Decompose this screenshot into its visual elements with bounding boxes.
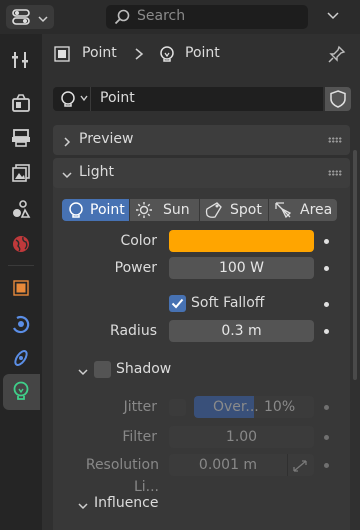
search-placeholder: Search — [137, 8, 186, 24]
chevron-down-icon — [78, 365, 88, 381]
shadow-subpanel-header[interactable]: Shadow — [62, 356, 350, 384]
jitter-slider-text: Over... — [213, 399, 259, 415]
light-type-label: Point — [90, 202, 125, 218]
influence-subpanel-header[interactable]: Influence — [62, 490, 350, 518]
pick-length-icon[interactable] — [292, 458, 308, 480]
view-layer-tab-icon[interactable] — [9, 161, 33, 185]
breadcrumb-separator-icon — [134, 48, 144, 64]
scene-tab-icon[interactable] — [9, 197, 33, 221]
properties-editor-icon — [12, 9, 30, 29]
datablock-selector[interactable]: Point — [53, 87, 323, 111]
soft-falloff-label[interactable]: Soft Falloff — [191, 295, 264, 311]
soft-falloff-checkbox[interactable] — [169, 295, 186, 312]
datablock-divider — [90, 87, 91, 111]
light-data-tab-icon[interactable] — [9, 380, 33, 404]
breadcrumb-data: Point — [185, 45, 220, 61]
world-tab-icon[interactable] — [9, 232, 33, 256]
light-type-point[interactable]: Point — [62, 199, 129, 221]
light-bulb-icon — [158, 45, 176, 67]
influence-panel-title: Influence — [94, 495, 159, 511]
search-field[interactable]: Search — [106, 5, 308, 29]
drag-handle-icon[interactable] — [328, 170, 342, 176]
power-field[interactable]: 100 W — [169, 257, 314, 279]
preview-panel-header[interactable]: Preview — [53, 125, 350, 155]
render-tab-icon[interactable] — [9, 91, 33, 115]
output-tab-icon[interactable] — [9, 126, 33, 150]
checkmark-icon — [171, 298, 184, 309]
shadow-panel-title: Shadow — [116, 361, 172, 377]
preview-panel-title: Preview — [79, 131, 134, 147]
jitter-checkbox[interactable] — [169, 399, 186, 416]
chevron-down-icon — [62, 168, 72, 184]
options-chevron-icon[interactable] — [326, 10, 340, 26]
light-panel-title: Light — [79, 164, 114, 180]
chevron-down-icon — [78, 499, 88, 515]
tab-separator — [8, 265, 34, 266]
keyframe-dot[interactable] — [324, 266, 329, 271]
keyframe-dot[interactable] — [324, 302, 329, 307]
sun-light-icon — [135, 201, 153, 226]
light-type-label: Sun — [163, 202, 190, 218]
light-panel-header[interactable]: Light — [53, 158, 350, 188]
light-type-sun[interactable]: Sun — [130, 199, 199, 221]
radius-field[interactable]: 0.3 m — [169, 320, 314, 342]
chevron-down-icon — [38, 12, 48, 28]
drag-handle-icon[interactable] — [328, 137, 342, 143]
constraints-tab-icon[interactable] — [9, 346, 33, 370]
light-type-label: Spot — [230, 202, 262, 218]
resolution-limit-field[interactable]: 0.001 m — [169, 454, 314, 476]
jitter-label: Jitter — [123, 399, 157, 415]
scrollbar[interactable] — [353, 150, 357, 380]
resolution-limit-value: 0.001 m — [198, 457, 258, 473]
light-browse-icon[interactable] — [59, 90, 89, 112]
color-swatch[interactable] — [169, 230, 314, 252]
light-type-spot[interactable]: Spot — [200, 199, 268, 221]
keyframe-dot[interactable] — [324, 463, 329, 468]
object-tab-icon[interactable] — [9, 276, 33, 300]
radius-label: Radius — [110, 323, 157, 339]
datablock-name[interactable]: Point — [100, 90, 135, 106]
pin-icon[interactable] — [328, 45, 346, 67]
power-label: Power — [114, 260, 157, 276]
fake-user-button[interactable] — [325, 87, 351, 111]
filter-label: Filter — [122, 429, 157, 445]
keyframe-dot[interactable] — [324, 239, 329, 244]
editor-type-button[interactable] — [6, 5, 54, 29]
light-type-label: Area — [300, 202, 333, 218]
jitter-slider-value: 10% — [264, 399, 296, 415]
breadcrumb-object: Point — [82, 45, 117, 61]
filter-field[interactable]: 1.00 — [169, 426, 314, 448]
object-icon — [53, 45, 71, 67]
field-divider — [287, 454, 288, 476]
shadow-checkbox[interactable] — [94, 361, 111, 378]
keyframe-dot[interactable] — [324, 435, 329, 440]
physics-tab-icon[interactable] — [9, 312, 33, 336]
spot-light-icon — [205, 201, 223, 226]
tool-tab-icon[interactable] — [9, 48, 33, 72]
jitter-overblur-slider[interactable]: Over... 10% — [194, 396, 314, 418]
shield-icon — [330, 90, 346, 112]
light-type-area[interactable]: Area — [269, 199, 337, 221]
point-light-icon — [67, 201, 85, 226]
chevron-right-icon — [62, 135, 72, 151]
keyframe-dot[interactable] — [324, 329, 329, 334]
area-light-icon — [274, 201, 292, 226]
color-label: Color — [120, 233, 157, 249]
keyframe-dot[interactable] — [324, 405, 329, 410]
search-icon — [114, 9, 130, 29]
